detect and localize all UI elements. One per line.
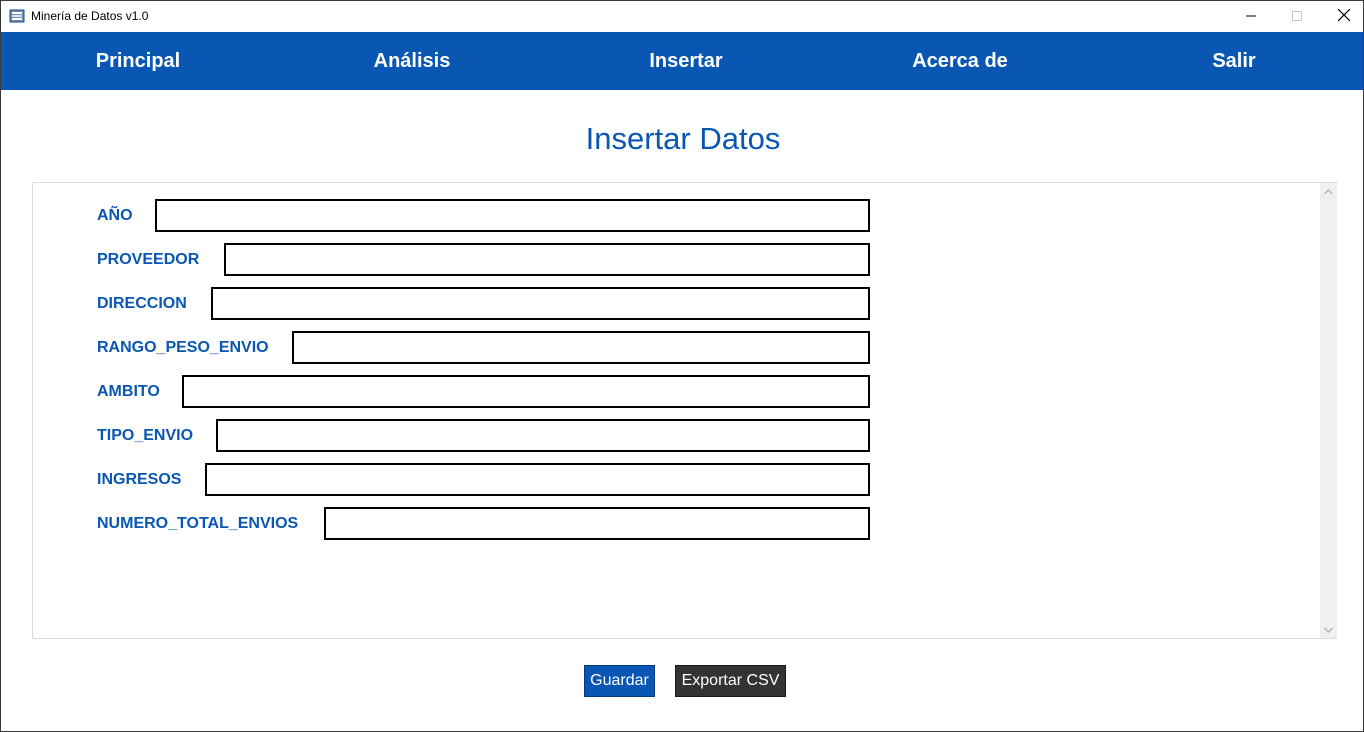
input-numero-total-envios[interactable] [324, 507, 870, 540]
label-ambito: AMBITO [97, 383, 160, 400]
input-proveedor[interactable] [224, 243, 870, 276]
main-nav: Principal Análisis Insertar Acerca de Sa… [1, 32, 1363, 90]
minimize-icon [1246, 8, 1256, 26]
close-button[interactable] [1321, 1, 1364, 32]
input-tipo-envio[interactable] [216, 419, 870, 452]
app-window: Minería de Datos v1.0 Principal Análisis… [0, 0, 1364, 732]
label-ingresos: INGRESOS [97, 471, 182, 488]
minimize-button[interactable] [1228, 1, 1274, 32]
scroll-up-icon[interactable] [1320, 183, 1337, 200]
nav-item-principal[interactable]: Principal [1, 32, 275, 90]
input-anio[interactable] [155, 199, 870, 232]
maximize-icon [1292, 8, 1302, 26]
nav-item-acerca-de[interactable]: Acerca de [823, 32, 1097, 90]
label-anio: AÑO [97, 207, 133, 224]
close-icon [1337, 8, 1351, 26]
window-title: Minería de Datos v1.0 [31, 9, 149, 23]
input-rango-peso-envio[interactable] [292, 331, 870, 364]
label-numero-total-envios: NUMERO_TOTAL_ENVIOS [97, 515, 299, 532]
database-icon [9, 9, 25, 23]
input-ambito[interactable] [182, 375, 870, 408]
label-direccion: DIRECCION [97, 295, 187, 312]
nav-item-analisis[interactable]: Análisis [275, 32, 549, 90]
input-direccion[interactable] [211, 287, 870, 320]
export-csv-button[interactable]: Exportar CSV [675, 665, 786, 697]
input-ingresos[interactable] [205, 463, 870, 496]
label-rango-peso-envio: RANGO_PESO_ENVIO [97, 339, 269, 356]
page-title: Insertar Datos [585, 121, 781, 156]
vertical-scrollbar[interactable] [1320, 183, 1337, 638]
label-proveedor: PROVEEDOR [97, 251, 200, 268]
save-button[interactable]: Guardar [584, 665, 655, 697]
nav-item-insertar[interactable]: Insertar [549, 32, 823, 90]
maximize-button[interactable] [1274, 1, 1320, 32]
label-tipo-envio: TIPO_ENVIO [97, 427, 194, 444]
nav-item-salir[interactable]: Salir [1097, 32, 1364, 90]
scroll-down-icon[interactable] [1320, 621, 1337, 638]
title-bar: Minería de Datos v1.0 [1, 1, 1363, 32]
